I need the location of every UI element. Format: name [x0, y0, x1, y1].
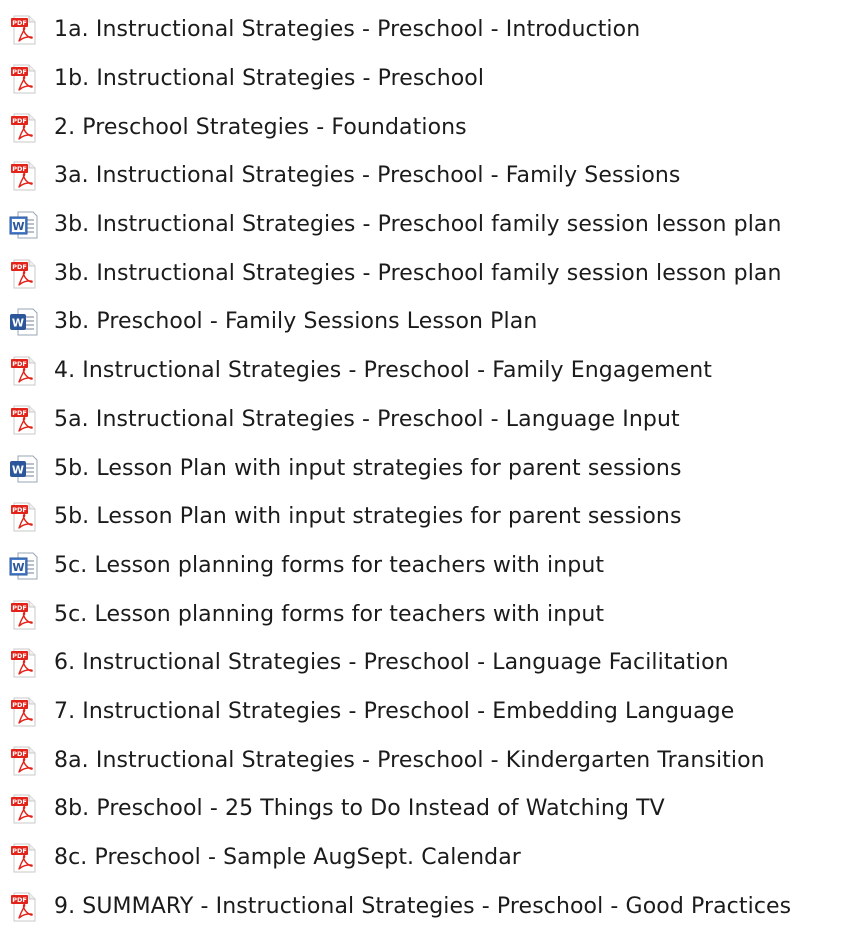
pdf-icon: PDF: [8, 599, 40, 631]
svg-text:PDF: PDF: [12, 19, 27, 27]
file-list-item[interactable]: W 5b. Lesson Plan with input strategies …: [8, 444, 856, 493]
svg-text:PDF: PDF: [12, 896, 27, 904]
svg-text:PDF: PDF: [12, 847, 27, 855]
svg-text:W: W: [12, 463, 24, 476]
pdf-icon: PDF: [8, 891, 40, 923]
svg-text:W: W: [12, 220, 24, 233]
pdf-icon: PDF: [8, 842, 40, 874]
file-name: 5c. Lesson planning forms for teachers w…: [54, 601, 605, 627]
svg-text:PDF: PDF: [12, 506, 27, 514]
pdf-icon: PDF: [8, 501, 40, 533]
svg-text:PDF: PDF: [12, 68, 27, 76]
pdf-icon: PDF: [8, 63, 40, 95]
file-list: PDF 1a. Instructional Strategies - Presc…: [8, 6, 856, 931]
file-name: 8c. Preschool - Sample AugSept. Calendar: [54, 845, 521, 871]
file-list-item[interactable]: PDF 8c. Preschool - Sample AugSept. Cale…: [8, 834, 856, 883]
file-list-item[interactable]: PDF 9. SUMMARY - Instructional Strategie…: [8, 882, 856, 931]
file-list-item[interactable]: W 5c. Lesson planning forms for teachers…: [8, 542, 856, 591]
file-name: 5a. Instructional Strategies - Preschool…: [54, 406, 680, 432]
file-name: 8a. Instructional Strategies - Preschool…: [54, 747, 765, 773]
pdf-icon: PDF: [8, 647, 40, 679]
file-name: 1a. Instructional Strategies - Preschool…: [54, 17, 641, 43]
word-doc-icon: W: [8, 453, 40, 485]
word-doc-old-icon: W: [8, 209, 40, 241]
svg-text:PDF: PDF: [12, 750, 27, 758]
file-name: 5c. Lesson planning forms for teachers w…: [54, 552, 605, 578]
file-list-item[interactable]: PDF 2. Preschool Strategies - Foundation…: [8, 103, 856, 152]
file-list-item[interactable]: PDF 6. Instructional Strategies - Presch…: [8, 639, 856, 688]
pdf-icon: PDF: [8, 14, 40, 46]
pdf-icon: PDF: [8, 112, 40, 144]
file-list-item[interactable]: PDF 8a. Instructional Strategies - Presc…: [8, 736, 856, 785]
file-list-item[interactable]: PDF 5b. Lesson Plan with input strategie…: [8, 493, 856, 542]
word-doc-old-icon: W: [8, 550, 40, 582]
file-name: 5b. Lesson Plan with input strategies fo…: [54, 504, 682, 530]
file-name: 5b. Lesson Plan with input strategies fo…: [54, 455, 682, 481]
file-name: 1b. Instructional Strategies - Preschool: [54, 66, 485, 92]
svg-text:PDF: PDF: [12, 652, 27, 660]
file-name: 3b. Instructional Strategies - Preschool…: [54, 260, 782, 286]
word-doc-icon: W: [8, 306, 40, 338]
file-list-item[interactable]: PDF 3b. Instructional Strategies - Presc…: [8, 249, 856, 298]
file-list-item[interactable]: W 3b. Preschool - Family Sessions Lesson…: [8, 298, 856, 347]
file-list-item[interactable]: PDF 5a. Instructional Strategies - Presc…: [8, 396, 856, 445]
pdf-icon: PDF: [8, 258, 40, 290]
file-list-item[interactable]: PDF 4. Instructional Strategies - Presch…: [8, 347, 856, 396]
svg-text:PDF: PDF: [12, 360, 27, 368]
file-name: 3b. Instructional Strategies - Preschool…: [54, 212, 782, 238]
file-name: 3b. Preschool - Family Sessions Lesson P…: [54, 309, 538, 335]
file-list-item[interactable]: PDF 8b. Preschool - 25 Things to Do Inst…: [8, 785, 856, 834]
pdf-icon: PDF: [8, 404, 40, 436]
svg-text:PDF: PDF: [12, 409, 27, 417]
svg-text:W: W: [12, 561, 24, 574]
file-list-item[interactable]: PDF 1a. Instructional Strategies - Presc…: [8, 6, 856, 55]
file-list-item[interactable]: PDF 5c. Lesson planning forms for teache…: [8, 590, 856, 639]
pdf-icon: PDF: [8, 745, 40, 777]
pdf-icon: PDF: [8, 355, 40, 387]
svg-text:PDF: PDF: [12, 263, 27, 271]
file-name: 2. Preschool Strategies - Foundations: [54, 114, 467, 140]
file-name: 4. Instructional Strategies - Preschool …: [54, 358, 713, 384]
svg-text:W: W: [12, 317, 24, 330]
file-name: 8b. Preschool - 25 Things to Do Instead …: [54, 796, 665, 822]
pdf-icon: PDF: [8, 696, 40, 728]
svg-text:PDF: PDF: [12, 117, 27, 125]
file-name: 9. SUMMARY - Instructional Strategies - …: [54, 893, 792, 919]
svg-text:PDF: PDF: [12, 165, 27, 173]
file-name: 3a. Instructional Strategies - Preschool…: [54, 163, 681, 189]
file-list-item[interactable]: PDF 7. Instructional Strategies - Presch…: [8, 688, 856, 737]
pdf-icon: PDF: [8, 160, 40, 192]
file-list-item[interactable]: W 3b. Instructional Strategies - Prescho…: [8, 201, 856, 250]
svg-text:PDF: PDF: [12, 701, 27, 709]
file-name: 7. Instructional Strategies - Preschool …: [54, 698, 735, 724]
file-list-item[interactable]: PDF 3a. Instructional Strategies - Presc…: [8, 152, 856, 201]
svg-text:PDF: PDF: [12, 604, 27, 612]
file-name: 6. Instructional Strategies - Preschool …: [54, 650, 729, 676]
pdf-icon: PDF: [8, 793, 40, 825]
svg-text:PDF: PDF: [12, 798, 27, 806]
file-list-item[interactable]: PDF 1b. Instructional Strategies - Presc…: [8, 55, 856, 104]
